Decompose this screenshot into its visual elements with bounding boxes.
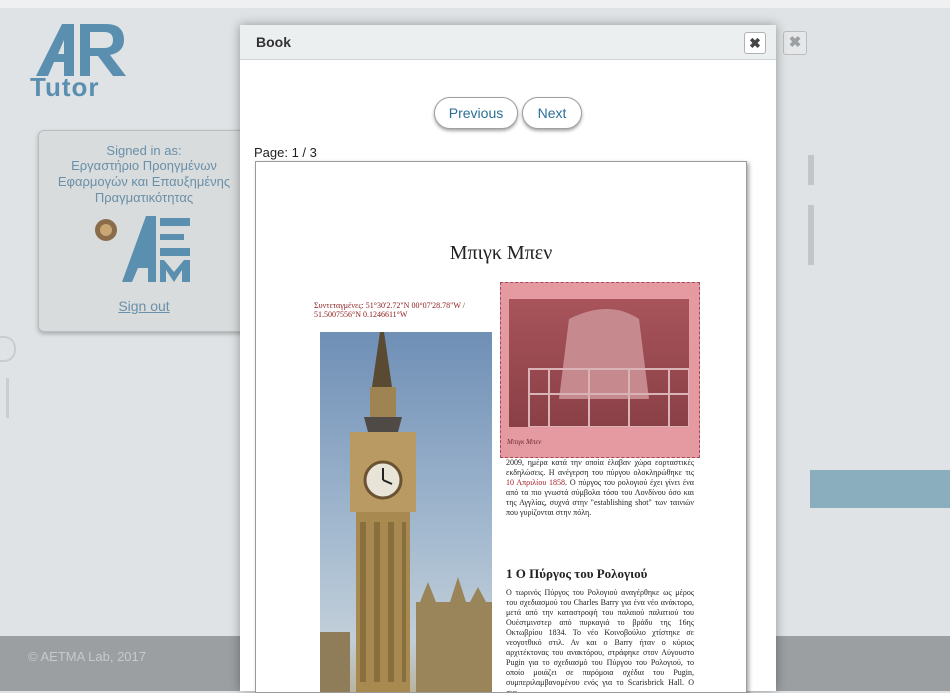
- section-paragraph: Ο τωρινός Πύργος του Ρολογιού αναγέρθηκε…: [506, 588, 694, 692]
- signin-card: Signed in as: Εργαστήριο Προηγμένων Εφαρ…: [38, 130, 250, 332]
- book-dialog: Book ✖ Previous Next Page: 1 / 3 Μπιγκ Μ…: [240, 25, 776, 693]
- article-title: Μπιγκ Μπεν: [449, 242, 553, 264]
- date-link[interactable]: 10 Απριλίου 1858: [506, 478, 565, 487]
- left-edge-bar: [6, 378, 9, 418]
- right-edge-strip: [808, 205, 814, 265]
- right-accent-bar: [810, 470, 950, 508]
- background-topbar: [0, 0, 950, 8]
- aetma-logo: [94, 212, 194, 292]
- left-edge-icon: [0, 336, 16, 362]
- bell-image: [509, 299, 689, 427]
- body-text-a: 2009, ημέρα κατά την οποία έλαβαν χώρα ε…: [506, 458, 694, 477]
- sign-out-link[interactable]: Sign out: [39, 298, 249, 314]
- dialog-titlebar: Book ✖: [240, 25, 776, 60]
- highlight-caption: Μπιγκ Μπεν: [507, 438, 542, 446]
- close-icon: ✖: [749, 35, 761, 51]
- close-button[interactable]: ✖: [744, 32, 766, 54]
- section-text-a: Ο τωρινός Πύργος του Ρολογιού αναγέρθηκε…: [506, 588, 694, 637]
- style-link[interactable]: νεογοτθικό στιλ: [506, 638, 562, 647]
- dialog-title: Book: [256, 34, 291, 50]
- book-page[interactable]: Μπιγκ Μπεν Συντεταγμένες: 51°30'2.72"N 0…: [255, 161, 747, 693]
- signin-organization: Εργαστήριο Προηγμένων Εφαρμογών και Επαυ…: [57, 158, 231, 205]
- previous-button[interactable]: Previous: [434, 97, 518, 129]
- big-ben-photo: [320, 332, 492, 692]
- coordinates-text: Συντεταγμένες: 51°30'2.72"N 00°07'28.78"…: [314, 301, 465, 319]
- page-indicator: Page: 1 / 3: [254, 145, 317, 160]
- section-heading: 1 Ο Πύργος του Ρολογιού: [506, 566, 648, 581]
- outer-close-icon[interactable]: ✖: [783, 31, 807, 55]
- body-paragraph: 2009, ημέρα κατά την οποία έλαβαν χώρα ε…: [506, 458, 694, 518]
- signin-label: Signed in as:: [106, 143, 182, 158]
- next-button[interactable]: Next: [522, 97, 582, 129]
- right-edge-strip: [808, 155, 814, 185]
- logo-tutor-text: Tutor: [30, 72, 100, 102]
- footer-copyright: © AETMA Lab, 2017: [28, 649, 146, 664]
- highlighted-region[interactable]: Μπιγκ Μπεν: [500, 282, 700, 458]
